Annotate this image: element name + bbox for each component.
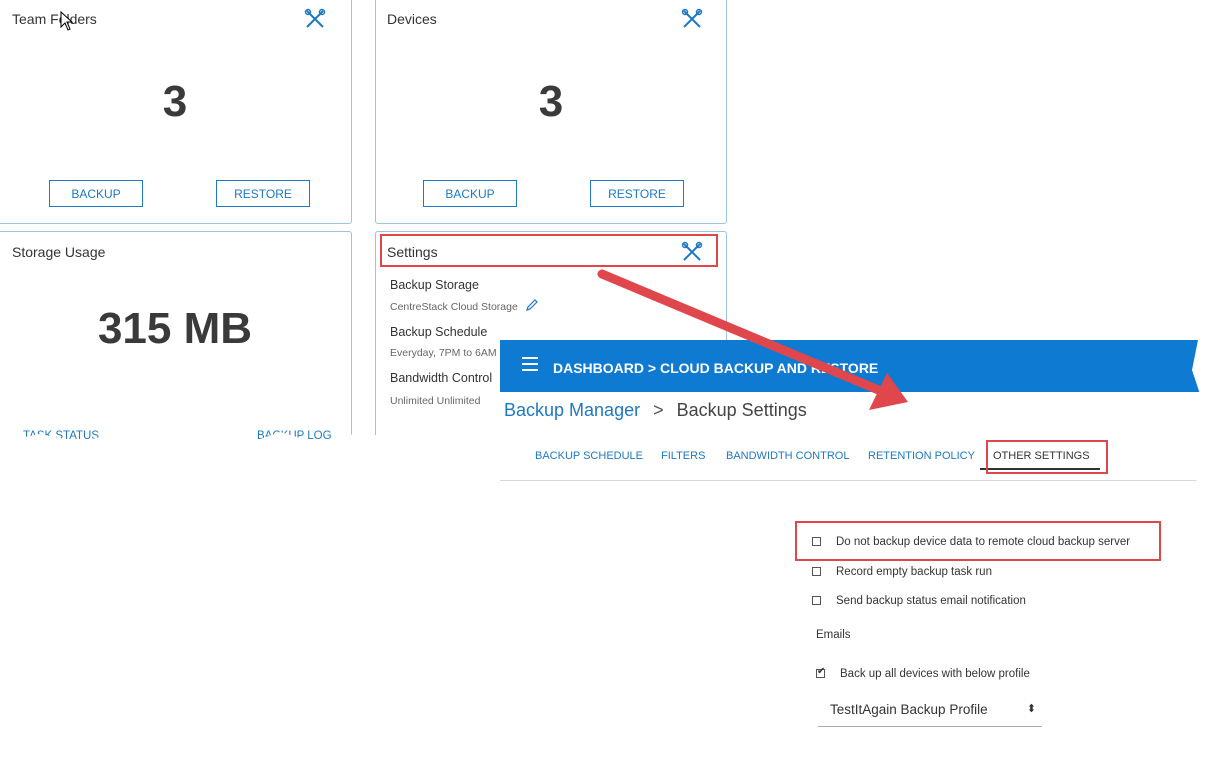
backup-storage-value: CentreStack Cloud Storage <box>390 301 518 313</box>
other-settings-highlight-box <box>986 440 1108 474</box>
storage-usage-card: Storage Usage 315 MB TASK STATUS BACKUP … <box>0 231 352 448</box>
tab-retention-policy[interactable]: RETENTION POLICY <box>868 450 975 462</box>
bandwidth-control-label: Bandwidth Control <box>390 371 493 385</box>
storage-usage-value: 315 MB <box>97 304 253 353</box>
team-folders-card: Team Folders 3 BACKUP RESTORE <box>0 0 352 224</box>
tools-icon[interactable] <box>681 8 703 30</box>
profile-select[interactable]: TestItAgain Backup Profile ⬍ <box>818 698 1042 727</box>
team-folders-restore-button[interactable]: RESTORE <box>216 180 310 207</box>
devices-restore-button[interactable]: RESTORE <box>590 180 684 207</box>
devices-title: Devices <box>387 11 437 27</box>
checkbox-checked[interactable] <box>816 666 825 678</box>
option-label: Send backup status email notification <box>836 595 1026 607</box>
storage-usage-title: Storage Usage <box>12 244 106 260</box>
bandwidth-control-value: Unlimited Unlimited <box>390 395 481 407</box>
emails-label: Emails <box>816 629 851 641</box>
team-folders-backup-button[interactable]: BACKUP <box>49 180 143 207</box>
tab-backup-schedule[interactable]: BACKUP SCHEDULE <box>535 450 643 462</box>
checkbox[interactable] <box>812 567 821 576</box>
edit-pencil-icon[interactable] <box>525 298 539 312</box>
devices-card: Devices 3 BACKUP RESTORE <box>375 0 727 224</box>
select-caret-icon: ⬍ <box>1026 703 1036 715</box>
profile-select-value: TestItAgain Backup Profile <box>830 702 988 717</box>
tab-divider <box>500 480 1202 481</box>
team-folders-title: Team Folders <box>12 11 97 27</box>
task-status-link[interactable]: TASK STATUS <box>23 430 99 442</box>
team-folders-count: 3 <box>162 77 188 126</box>
tools-icon[interactable] <box>304 8 326 30</box>
option-label: Record empty backup task run <box>836 566 992 578</box>
option-label: Back up all devices with below profile <box>840 668 1030 680</box>
backup-schedule-value: Everyday, 7PM to 6AM <box>390 347 497 359</box>
backup-schedule-label: Backup Schedule <box>390 325 488 339</box>
tab-filters[interactable]: FILTERS <box>661 450 705 462</box>
devices-backup-button[interactable]: BACKUP <box>423 180 517 207</box>
backup-storage-label: Backup Storage <box>390 278 479 292</box>
devices-count: 3 <box>538 77 564 126</box>
mouse-cursor-icon <box>60 11 74 31</box>
backup-log-link[interactable]: BACKUP LOG <box>257 430 332 442</box>
checkbox[interactable] <box>812 596 821 605</box>
tab-bandwidth-control[interactable]: BANDWIDTH CONTROL <box>726 450 849 462</box>
menu-icon[interactable] <box>522 357 538 371</box>
option-highlight-box <box>795 521 1161 561</box>
callout-arrow <box>597 269 908 410</box>
